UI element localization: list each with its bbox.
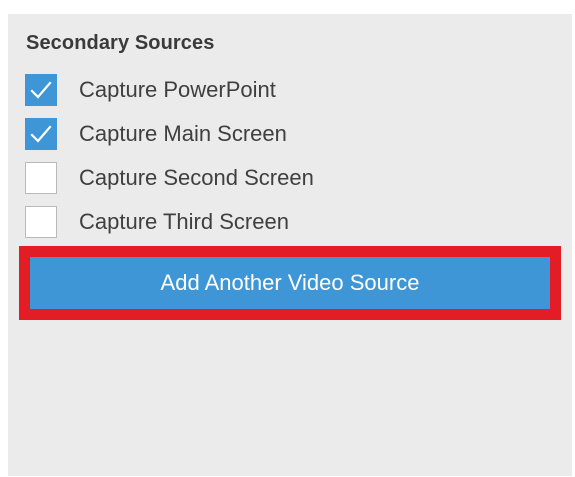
option-capture-second-screen[interactable]: Capture Second Screen	[25, 160, 314, 196]
option-label: Capture Main Screen	[79, 121, 287, 146]
option-capture-third-screen[interactable]: Capture Third Screen	[25, 204, 289, 240]
add-another-video-source-button[interactable]: Add Another Video Source	[30, 257, 550, 309]
section-title: Secondary Sources	[26, 32, 215, 54]
option-label: Capture PowerPoint	[79, 77, 276, 102]
checkbox-capture-powerpoint[interactable]	[25, 74, 57, 106]
highlight-frame: Add Another Video Source	[19, 246, 561, 320]
option-label: Capture Third Screen	[79, 209, 289, 234]
option-label: Capture Second Screen	[79, 165, 314, 190]
checkmark-icon	[30, 81, 52, 99]
option-capture-main-screen[interactable]: Capture Main Screen	[25, 116, 287, 152]
checkbox-capture-third-screen[interactable]	[25, 206, 57, 238]
checkmark-icon	[30, 125, 52, 143]
checkbox-capture-main-screen[interactable]	[25, 118, 57, 150]
checkbox-capture-second-screen[interactable]	[25, 162, 57, 194]
secondary-sources-panel: Secondary Sources Capture PowerPoint Cap…	[8, 14, 572, 476]
option-capture-powerpoint[interactable]: Capture PowerPoint	[25, 72, 276, 108]
